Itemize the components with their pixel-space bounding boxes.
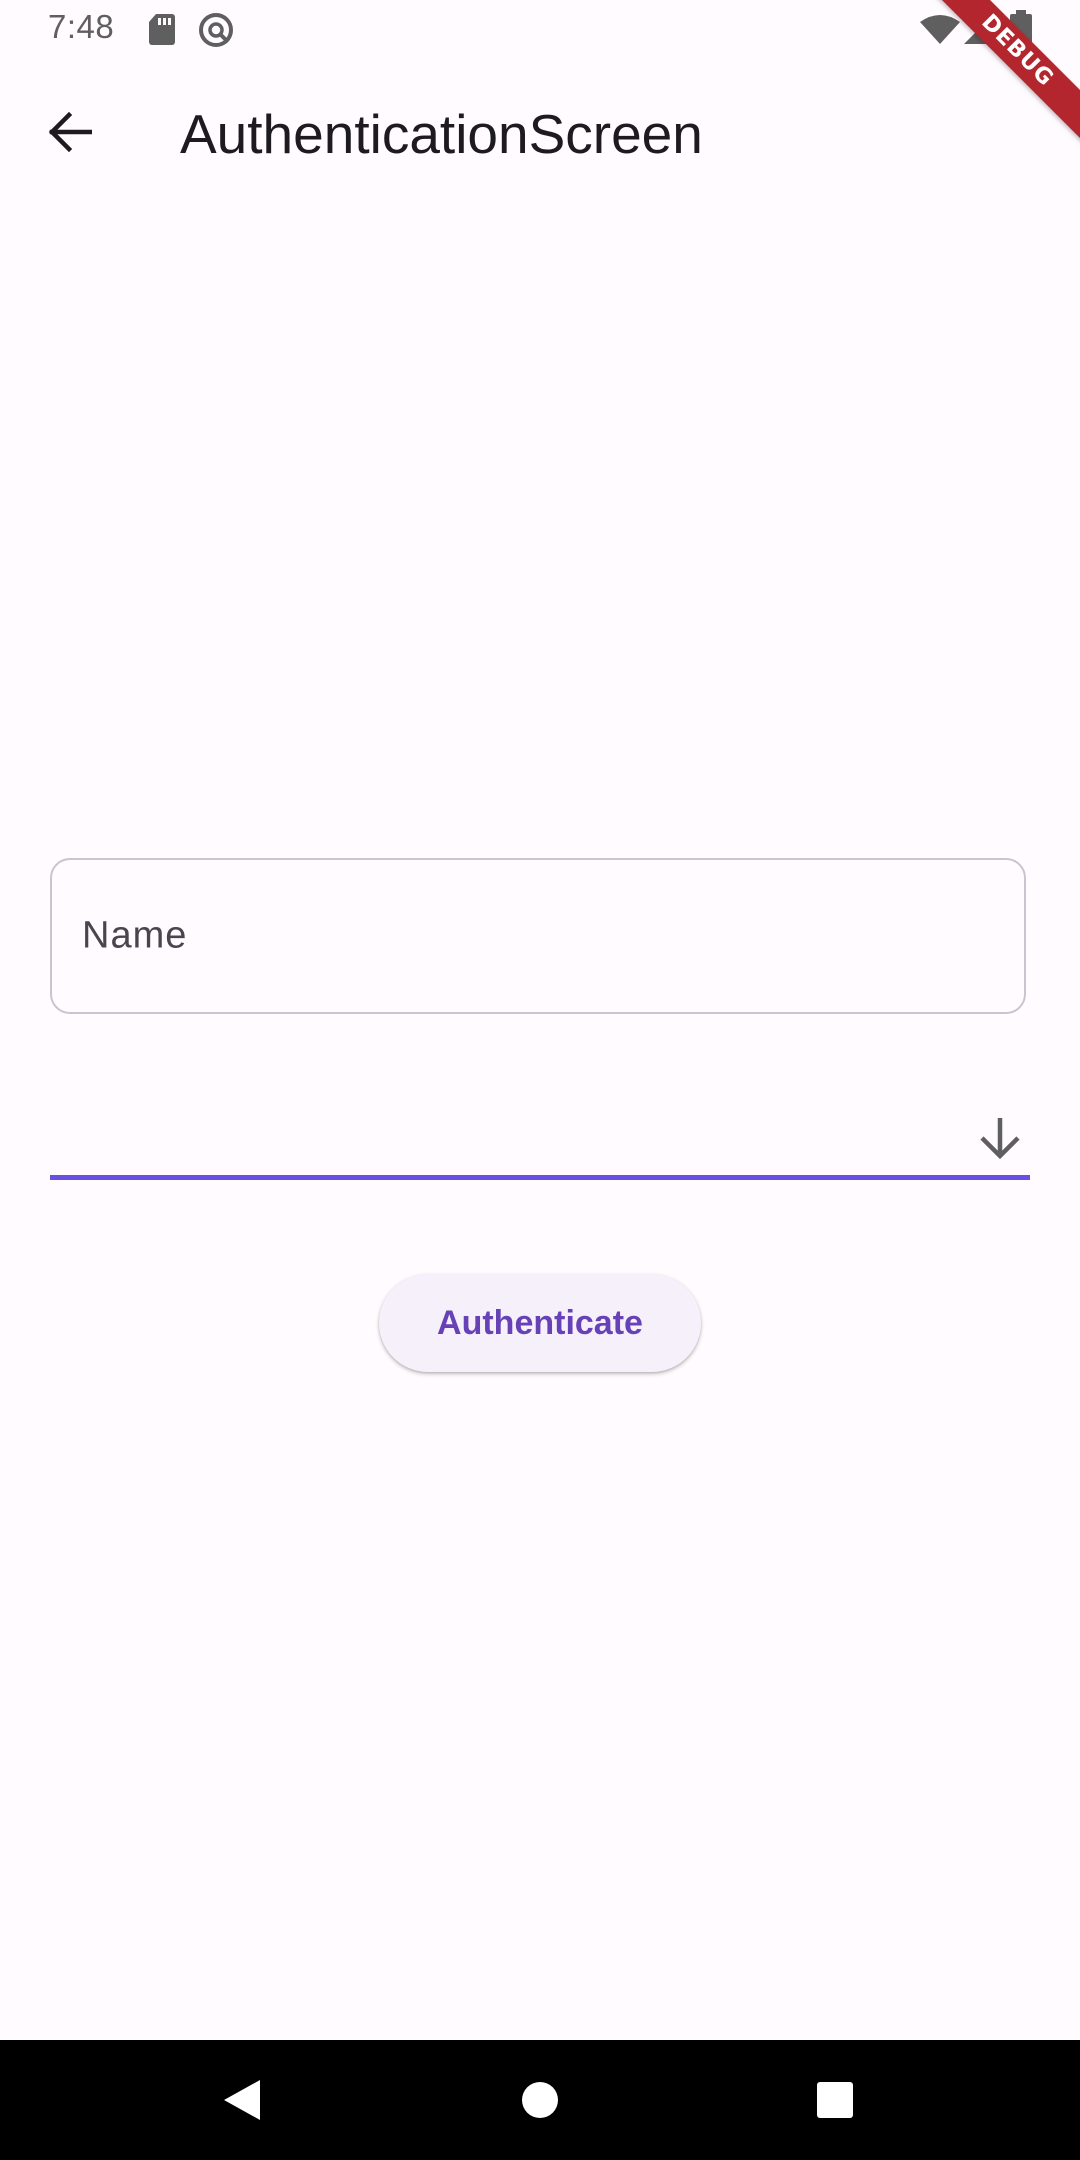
do-not-disturb-icon	[198, 12, 234, 53]
authenticate-button[interactable]: Authenticate	[379, 1274, 701, 1372]
name-input[interactable]: Name	[50, 858, 1026, 1014]
dropdown-select[interactable]	[50, 1098, 1030, 1180]
name-input-label: Name	[82, 914, 188, 957]
system-nav-bar	[0, 2040, 1080, 2160]
status-time: 7:48	[48, 8, 115, 45]
back-button[interactable]	[32, 96, 108, 172]
authentication-screen: 7:48 DEBUG AuthenticationScreen Name Aut…	[0, 0, 1080, 2160]
recents-nav-icon[interactable]	[775, 2040, 895, 2160]
cell-signal-icon	[964, 14, 994, 49]
battery-icon	[1010, 10, 1032, 51]
status-bar: 7:48	[0, 0, 1080, 60]
wifi-icon	[920, 14, 960, 49]
back-nav-icon[interactable]	[182, 2040, 302, 2160]
page-title: AuthenticationScreen	[180, 103, 703, 165]
app-bar: AuthenticationScreen	[0, 60, 1080, 200]
dropdown-underline	[50, 1175, 1030, 1180]
arrow-back-icon	[48, 111, 93, 157]
home-nav-icon[interactable]	[480, 2040, 600, 2160]
arrow-down-icon	[976, 1114, 1024, 1162]
sd-card-icon	[148, 12, 176, 51]
